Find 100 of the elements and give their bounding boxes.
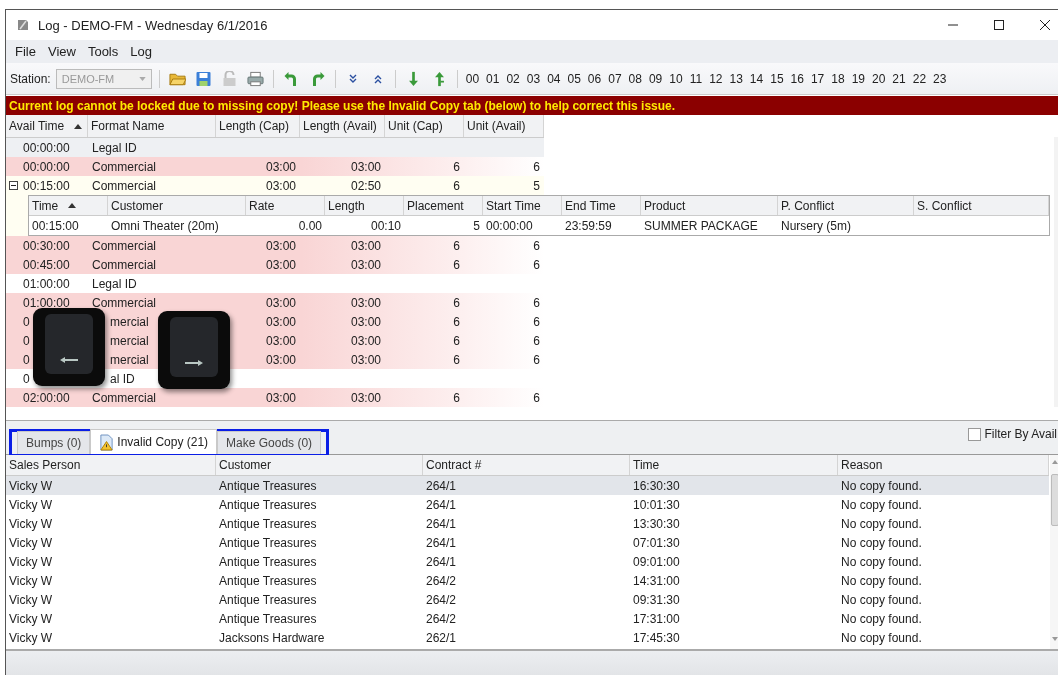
hour-button[interactable]: 04 [546, 71, 562, 86]
table-cell: Vicky W [9, 592, 53, 607]
hour-button[interactable]: 15 [769, 71, 785, 86]
station-label: Station: [10, 71, 51, 86]
cell-text: 6 [453, 333, 460, 348]
tab[interactable]: Invalid Copy (21) [90, 429, 218, 454]
hour-button[interactable]: 16 [789, 71, 805, 86]
table-cell: Vicky W [9, 478, 53, 493]
cell-text: 00:15:00 [32, 218, 79, 233]
hour-button[interactable]: 09 [647, 71, 664, 86]
table-row[interactable]: Vicky W Jacksons Hardware 262/1 17:45:30 No copy found. [6, 628, 1049, 647]
table-cell: 17:31:00 [633, 611, 680, 626]
hour-button[interactable]: 11 [688, 71, 704, 86]
menu-item[interactable]: File [10, 42, 41, 61]
column-header[interactable]: Customer [216, 455, 423, 475]
hour-button[interactable]: 21 [891, 71, 907, 86]
column-header[interactable]: Time [630, 455, 838, 475]
table-row[interactable]: Vicky W Antique Treasures 264/2 17:31:00 No copy found. [6, 609, 1049, 628]
cell-text: Nursery (5m) [781, 218, 851, 233]
column-header[interactable]: End Time [562, 196, 641, 215]
column-header[interactable]: Unit (Cap) [385, 115, 464, 137]
hour-button[interactable]: 08 [627, 71, 643, 86]
menu-item[interactable]: View [42, 42, 81, 61]
column-header[interactable]: Customer [108, 196, 246, 215]
column-header[interactable]: Time [29, 196, 108, 215]
cell-text: mercial [110, 352, 149, 367]
close-icon[interactable] [1039, 19, 1051, 31]
cell-text: 03:00 [265, 390, 296, 405]
hour-button[interactable]: 18 [830, 71, 846, 86]
menu-item[interactable]: Log [125, 42, 157, 61]
hour-button[interactable]: 03 [525, 71, 542, 86]
hour-button[interactable]: 14 [748, 71, 765, 86]
chevrons-down-icon[interactable] [347, 73, 358, 84]
table-row[interactable]: Vicky W Antique Treasures 264/2 14:31:00 No copy found. [6, 571, 1049, 590]
column-header[interactable]: Length (Avail) [300, 115, 385, 137]
chevrons-up-icon[interactable] [372, 73, 383, 84]
hour-button[interactable]: 13 [728, 71, 744, 86]
maximize-icon[interactable] [993, 19, 1005, 31]
table-row[interactable]: Vicky W Antique Treasures 264/1 13:30:30 No copy found. [6, 514, 1049, 533]
hour-button[interactable]: 10 [668, 71, 684, 86]
hour-button[interactable]: 19 [850, 71, 866, 86]
table-row[interactable]: Vicky W Antique Treasures 264/2 09:31:30 No copy found. [6, 590, 1049, 609]
column-header[interactable]: P. Conflict [778, 196, 914, 215]
hour-button[interactable]: 07 [607, 71, 623, 86]
column-header[interactable]: Product [641, 196, 778, 215]
table-cell: 13:30:30 [633, 516, 680, 531]
menu-item[interactable]: Tools [82, 42, 124, 61]
cell-text: 5 [533, 178, 540, 193]
hour-button[interactable]: 02 [505, 71, 521, 86]
hour-button[interactable]: 23 [932, 71, 948, 86]
scroll-down-icon[interactable] [1051, 637, 1058, 641]
cell-text: 03:00 [265, 314, 296, 329]
column-header[interactable]: Rate [246, 196, 325, 215]
table-row[interactable]: Vicky W Antique Treasures 264/1 09:01:00 No copy found. [6, 552, 1049, 571]
column-header[interactable]: Contract # [423, 455, 630, 475]
cell-text: 6 [453, 352, 460, 367]
hour-button[interactable]: 01 [485, 71, 501, 86]
save-icon[interactable] [194, 70, 212, 87]
cell-text: Legal ID [92, 276, 137, 291]
hour-button[interactable]: 00 [464, 71, 481, 86]
collapse-icon[interactable] [9, 181, 18, 190]
table-cell: No copy found. [841, 478, 922, 493]
column-header[interactable]: Format Name [88, 115, 216, 137]
filter-checkbox[interactable] [967, 427, 981, 441]
cell-text: 6 [533, 314, 540, 329]
hour-button[interactable]: 20 [871, 71, 887, 86]
tab[interactable]: Bumps (0) [17, 431, 91, 454]
scrollbar-thumb[interactable] [1050, 474, 1058, 526]
log-row[interactable]: 00:00:00 Legal ID [6, 138, 544, 157]
table-cell: No copy found. [841, 535, 922, 550]
table-row[interactable]: Vicky W Antique Treasures 264/1 07:01:30 No copy found. [6, 533, 1049, 552]
column-header[interactable]: Start Time [483, 196, 562, 215]
table-cell: Vicky W [9, 573, 53, 588]
hour-button[interactable]: 12 [708, 71, 724, 86]
table-cell: 264/1 [426, 535, 457, 550]
hour-button[interactable]: 22 [911, 71, 928, 86]
hour-button[interactable]: 17 [809, 71, 826, 86]
cell-text: 00:00:00 [23, 159, 70, 174]
column-header[interactable]: Reason [838, 455, 1049, 475]
table-row[interactable]: Vicky W Antique Treasures 264/1 10:01:30 No copy found. [6, 495, 1049, 514]
column-header[interactable]: Placement [404, 196, 483, 215]
column-header[interactable]: Length (Cap) [216, 115, 300, 137]
tab[interactable]: Make Goods (0) [217, 431, 322, 454]
column-header[interactable]: Unit (Avail) [464, 115, 544, 137]
hour-button[interactable]: 06 [586, 71, 603, 86]
cell-text: mercial [110, 333, 149, 348]
cell-text: 00:00:00 [486, 218, 533, 233]
printer-icon[interactable] [246, 70, 264, 87]
column-header[interactable]: S. Conflict [914, 196, 1049, 215]
column-header[interactable]: Avail Time [6, 115, 88, 137]
cell-text: 03:00 [350, 352, 381, 367]
log-row[interactable]: 00:15:00 Commercial 03:00 02:50 6 5 [6, 176, 544, 195]
table-cell: Antique Treasures [219, 573, 317, 588]
hour-button[interactable]: 05 [566, 71, 582, 86]
table-cell: 14:31:00 [633, 573, 680, 588]
cell-text: 0.00 [298, 218, 322, 233]
column-header[interactable]: Length [325, 196, 404, 215]
table-row[interactable]: Vicky W Antique Treasures 264/1 16:30:30 No copy found. [6, 476, 1049, 495]
scroll-up-icon[interactable] [1051, 460, 1058, 464]
column-header[interactable]: Sales Person [6, 455, 216, 475]
